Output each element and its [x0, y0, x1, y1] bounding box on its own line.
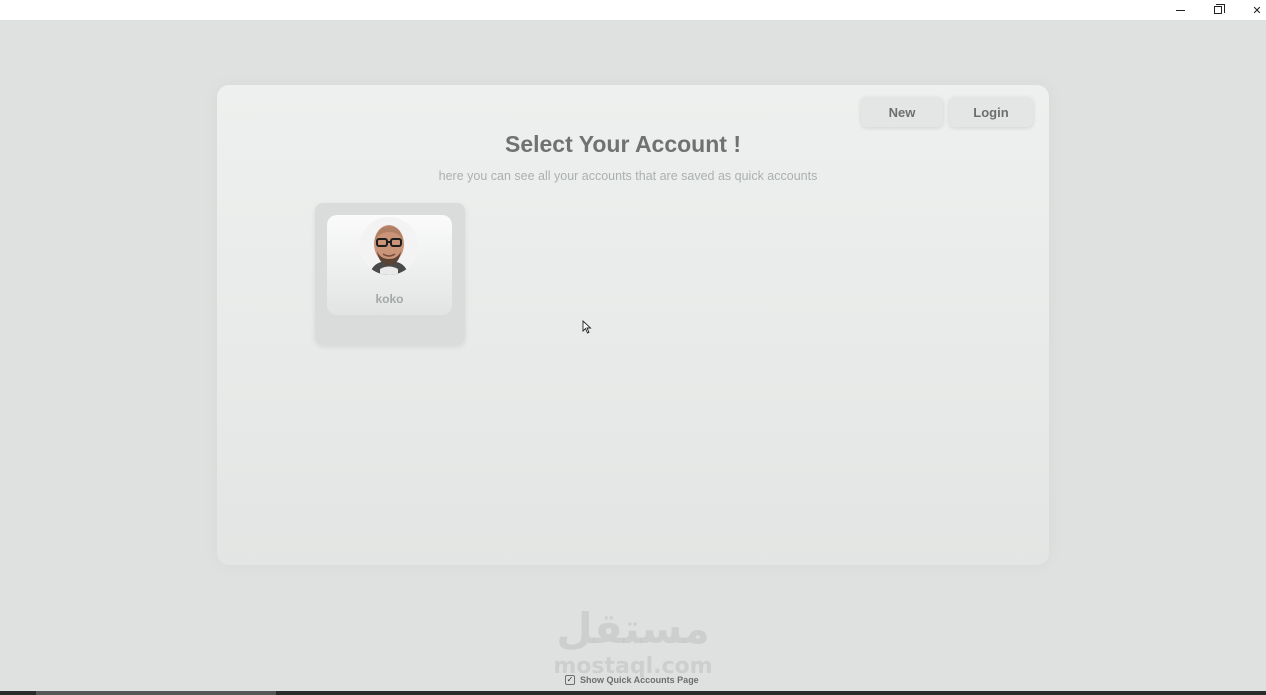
window-title-bar: ✕ — [0, 0, 1266, 20]
page-title: Select Your Account ! — [504, 131, 741, 157]
watermark-arabic: مستقل — [556, 604, 710, 653]
minimize-button[interactable] — [1161, 0, 1199, 20]
taskbar-active-item[interactable] — [36, 691, 276, 695]
restore-button[interactable] — [1199, 0, 1237, 20]
close-button[interactable]: ✕ — [1238, 0, 1266, 20]
mouse-cursor-icon — [582, 320, 592, 334]
show-quick-accounts-label: Show Quick Accounts Page — [580, 675, 699, 685]
avatar — [360, 217, 418, 275]
login-button[interactable]: Login — [949, 97, 1033, 127]
checkbox-checked-icon[interactable]: ✓ — [565, 675, 575, 685]
minimize-icon — [1175, 9, 1185, 11]
account-card[interactable]: koko — [315, 203, 465, 345]
avatar-image — [360, 217, 418, 275]
close-icon: ✕ — [1252, 3, 1262, 17]
account-name: koko — [375, 292, 404, 306]
account-card-inner: koko — [327, 215, 452, 315]
show-quick-accounts-toggle[interactable]: ✓ Show Quick Accounts Page — [565, 674, 699, 686]
page-subtitle: here you can see all your accounts that … — [438, 169, 818, 183]
restore-icon — [1214, 4, 1225, 14]
new-account-button[interactable]: New — [861, 97, 943, 127]
